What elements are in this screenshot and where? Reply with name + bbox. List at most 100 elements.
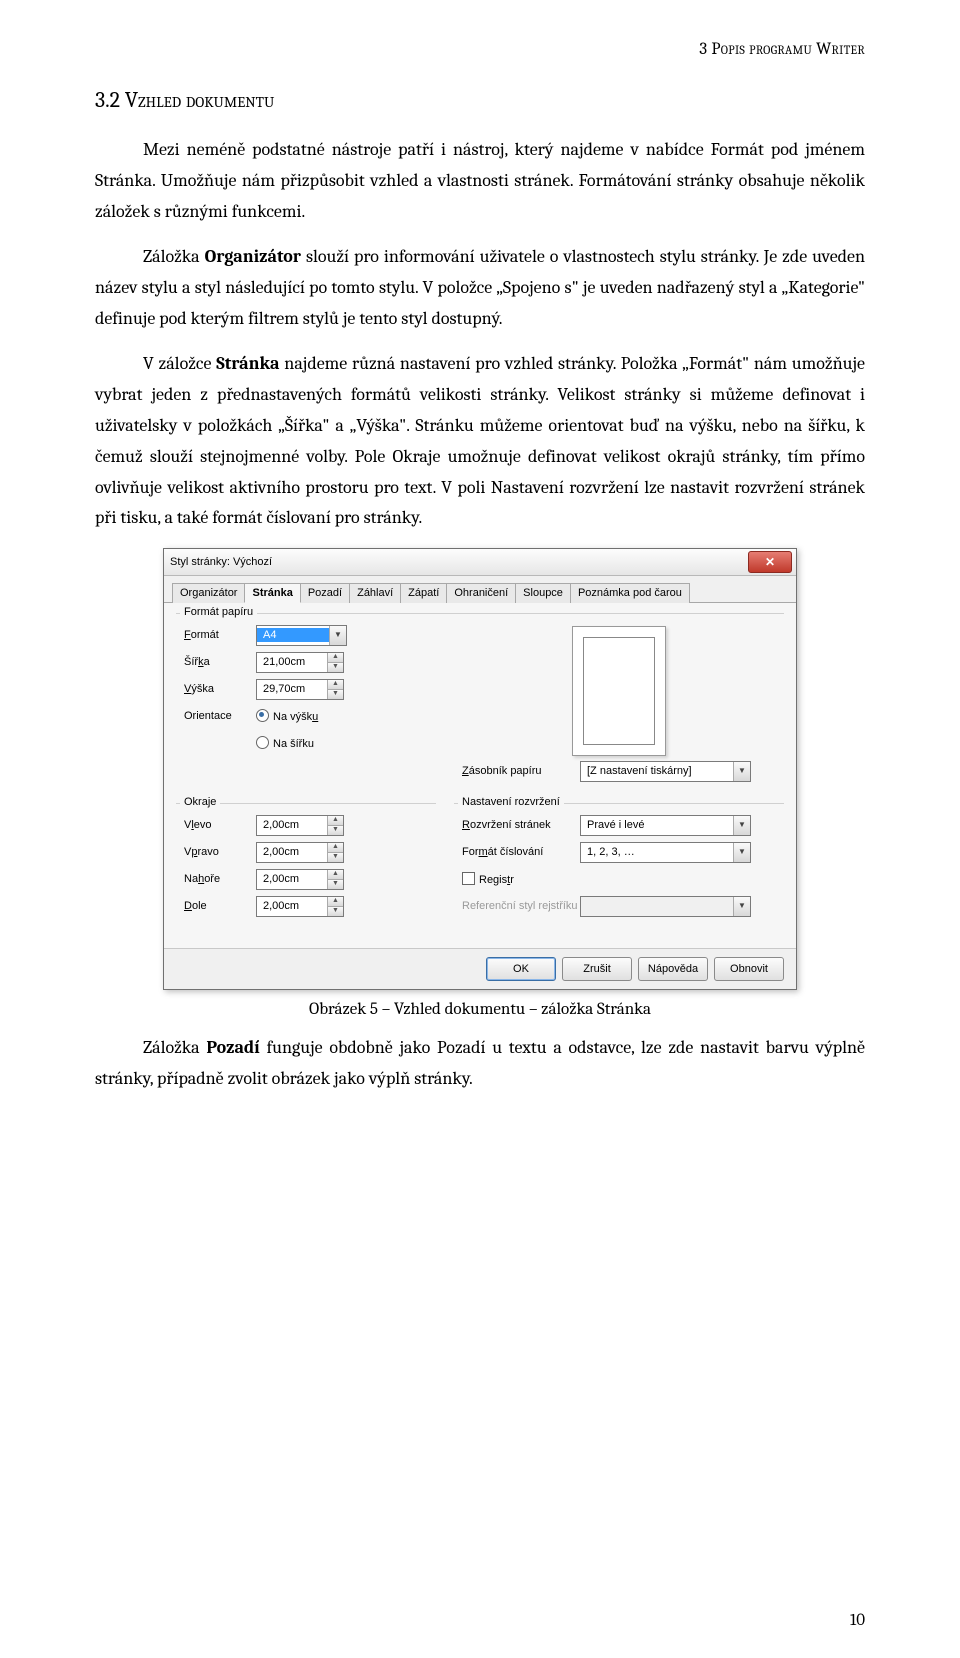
refstyle-value (581, 905, 733, 907)
spin-down-icon[interactable]: ▼ (327, 907, 343, 916)
p4-a: Záložka (143, 1037, 206, 1058)
page-preview-inner (583, 637, 655, 745)
right-stepper[interactable]: 2,00cm▲▼ (256, 842, 344, 863)
spin-down-icon[interactable]: ▼ (327, 690, 343, 699)
top-stepper[interactable]: 2,00cm▲▼ (256, 869, 344, 890)
checkbox-icon (462, 872, 475, 885)
group-margins: Okraje Vlevo 2,00cm▲▼ Vpravo 2,00cm▲▼ Na… (176, 803, 436, 930)
chevron-down-icon[interactable]: ▼ (733, 762, 750, 781)
numformat-combo[interactable]: 1, 2, 3, …▼ (580, 842, 751, 863)
radio-portrait[interactable]: Na výšku (256, 709, 318, 723)
p4-b: Pozadí (206, 1037, 259, 1058)
tab-pozadi[interactable]: Pozadí (300, 583, 350, 603)
bottom-value: 2,00cm (257, 899, 327, 913)
section-heading: 3.2 Vzhled dokumentu (95, 87, 865, 113)
pagelayout-combo[interactable]: Pravé i levé▼ (580, 815, 751, 836)
help-button[interactable]: Nápověda (638, 957, 708, 981)
page-style-dialog: Styl stránky: Výchozí ✕ Organizátor Strá… (163, 548, 797, 990)
right-value: 2,00cm (257, 845, 327, 859)
dialog-buttons: OK Zrušit Nápověda Obnovit (164, 948, 796, 989)
height-value: 29,70cm (257, 682, 327, 696)
radio-off-icon (256, 736, 269, 749)
dialog-body: Formát papíru Formát A4 ▼ Šíř (164, 602, 796, 948)
spin-up-icon[interactable]: ▲ (327, 653, 343, 663)
chevron-down-icon[interactable]: ▼ (733, 816, 750, 835)
p3-c: najdeme různá nastavení pro vzhled strán… (95, 353, 865, 529)
width-stepper[interactable]: 21,00cm ▲▼ (256, 652, 344, 673)
tab-organizator[interactable]: Organizátor (172, 583, 245, 603)
spin-up-icon[interactable]: ▲ (327, 680, 343, 690)
landscape-label: Na šířku (273, 738, 314, 750)
chevron-down-icon[interactable]: ▼ (733, 843, 750, 862)
top-value: 2,00cm (257, 872, 327, 886)
label-format: Formát (184, 629, 256, 641)
label-numformat: Formát číslování (462, 846, 580, 858)
register-checkbox[interactable]: Registr (462, 872, 514, 886)
group-layout: Nastavení rozvržení Rozvržení stránek Pr… (454, 803, 784, 930)
register-label: Registr (479, 874, 514, 886)
spin-down-icon[interactable]: ▼ (327, 880, 343, 889)
format-value: A4 (257, 628, 329, 642)
paragraph-2: Záložka Organizátor slouží pro informová… (95, 242, 865, 335)
spin-up-icon[interactable]: ▲ (327, 870, 343, 880)
spin-down-icon[interactable]: ▼ (327, 663, 343, 672)
left-value: 2,00cm (257, 818, 327, 832)
paragraph-4: Záložka Pozadí funguje obdobně jako Poza… (95, 1033, 865, 1095)
spin-up-icon[interactable]: ▲ (327, 816, 343, 826)
spin-up-icon[interactable]: ▲ (327, 897, 343, 907)
group-title-layout: Nastavení rozvržení (458, 796, 564, 808)
tray-value: [Z nastavení tiskárny] (581, 764, 733, 778)
tab-sloupce[interactable]: Sloupce (515, 583, 571, 603)
dialog-title: Styl stránky: Výchozí (170, 556, 272, 568)
group-paper-format: Formát papíru Formát A4 ▼ Šíř (176, 613, 784, 795)
chevron-down-icon[interactable]: ▼ (329, 626, 346, 645)
label-refstyle: Referenční styl rejstříku (462, 900, 580, 912)
tab-ohraniceni[interactable]: Ohraničení (446, 583, 516, 603)
running-header: 3 Popis programu Writer (95, 40, 865, 59)
tab-poznamka[interactable]: Poznámka pod čarou (570, 583, 690, 603)
label-width: Šířka (184, 656, 256, 668)
p2-b: Organizátor (205, 246, 301, 267)
p2-a: Záložka (143, 246, 205, 267)
dialog-titlebar[interactable]: Styl stránky: Výchozí ✕ (164, 549, 796, 576)
tab-zapati[interactable]: Zápatí (400, 583, 447, 603)
label-pagelayout: Rozvržení stránek (462, 819, 580, 831)
spin-up-icon[interactable]: ▲ (327, 843, 343, 853)
label-tray: Zásobník papíru (462, 765, 580, 777)
numformat-value: 1, 2, 3, … (581, 845, 733, 859)
paragraph-1: Mezi neméně podstatné nástroje patří i n… (95, 135, 865, 228)
label-top: Nahoře (184, 873, 256, 885)
label-bottom: Dole (184, 900, 256, 912)
radio-landscape[interactable]: Na šířku (256, 736, 314, 750)
height-stepper[interactable]: 29,70cm ▲▼ (256, 679, 344, 700)
cancel-button[interactable]: Zrušit (562, 957, 632, 981)
page-preview (572, 626, 666, 756)
spin-down-icon[interactable]: ▼ (327, 853, 343, 862)
p3-a: V záložce (143, 353, 216, 374)
left-stepper[interactable]: 2,00cm▲▼ (256, 815, 344, 836)
tab-stranka[interactable]: Stránka (244, 583, 300, 603)
figure-dialog: Styl stránky: Výchozí ✕ Organizátor Strá… (95, 548, 865, 990)
format-combo[interactable]: A4 ▼ (256, 625, 347, 646)
width-value: 21,00cm (257, 655, 327, 669)
bottom-stepper[interactable]: 2,00cm▲▼ (256, 896, 344, 917)
figure-caption: Obrázek 5 – Vzhled dokumentu – záložka S… (95, 1000, 865, 1019)
p3-b: Stránka (216, 353, 279, 374)
tray-combo[interactable]: [Z nastavení tiskárny] ▼ (580, 761, 751, 782)
portrait-label: Na výšku (273, 711, 318, 723)
radio-on-icon (256, 709, 269, 722)
label-right: Vpravo (184, 846, 256, 858)
refstyle-combo: ▼ (580, 896, 751, 917)
group-title-paper: Formát papíru (180, 606, 257, 618)
paragraph-3: V záložce Stránka najdeme různá nastaven… (95, 349, 865, 535)
spin-down-icon[interactable]: ▼ (327, 826, 343, 835)
reset-button[interactable]: Obnovit (714, 957, 784, 981)
close-icon[interactable]: ✕ (748, 551, 792, 573)
group-title-margins: Okraje (180, 796, 220, 808)
label-height: Výška (184, 683, 256, 695)
chevron-down-icon: ▼ (733, 897, 750, 916)
tab-zahlavi[interactable]: Záhlaví (349, 583, 401, 603)
label-left: Vlevo (184, 819, 256, 831)
label-orientation: Orientace (184, 710, 256, 722)
ok-button[interactable]: OK (486, 957, 556, 981)
